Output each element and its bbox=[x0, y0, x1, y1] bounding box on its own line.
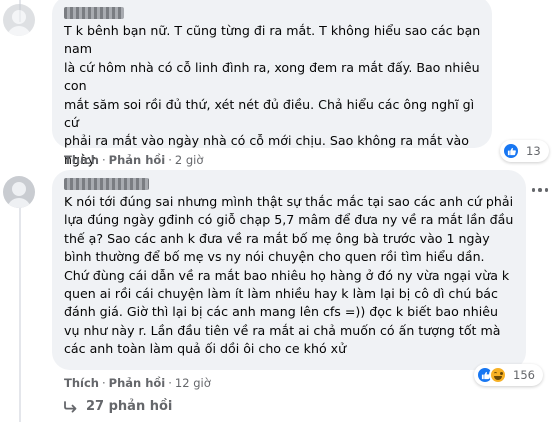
avatar[interactable] bbox=[3, 4, 35, 36]
like-icon bbox=[502, 142, 520, 160]
dot bbox=[544, 188, 549, 192]
avatar[interactable] bbox=[3, 176, 35, 208]
reaction-summary[interactable]: 156 bbox=[474, 364, 543, 386]
separator-dot: · bbox=[168, 376, 172, 390]
view-replies-link[interactable]: 27 phản hồi bbox=[64, 399, 172, 414]
separator-dot: · bbox=[168, 153, 172, 167]
comment-actions: Thích · Phản hồi · 2 giờ bbox=[64, 153, 203, 167]
replies-count-label: 27 phản hồi bbox=[86, 399, 173, 414]
reply-arrow-icon bbox=[64, 400, 77, 412]
dot bbox=[531, 188, 536, 192]
comment-text: K nói tới đúng sai nhưng mình thật sự th… bbox=[64, 194, 514, 357]
comment-actions: Thích · Phản hồi · 12 giờ bbox=[64, 376, 211, 390]
reply-button[interactable]: Phản hồi bbox=[109, 153, 166, 167]
reply-button[interactable]: Phản hồi bbox=[109, 376, 166, 390]
timestamp[interactable]: 12 giờ bbox=[175, 376, 211, 390]
like-button[interactable]: Thích bbox=[64, 376, 99, 390]
author-name-redacted[interactable] bbox=[64, 7, 124, 19]
separator-dot: · bbox=[101, 376, 106, 390]
reaction-summary[interactable]: 13 bbox=[500, 140, 549, 162]
author-name-redacted[interactable] bbox=[64, 178, 149, 190]
more-options-button[interactable] bbox=[526, 176, 554, 204]
separator-dot: · bbox=[101, 153, 106, 167]
haha-icon bbox=[489, 366, 507, 384]
like-button[interactable]: Thích bbox=[64, 153, 99, 167]
dot bbox=[538, 188, 542, 192]
reaction-count: 13 bbox=[526, 144, 541, 158]
reaction-count: 156 bbox=[513, 368, 535, 382]
thread-line bbox=[19, 208, 21, 422]
timestamp[interactable]: 2 giờ bbox=[175, 153, 204, 167]
